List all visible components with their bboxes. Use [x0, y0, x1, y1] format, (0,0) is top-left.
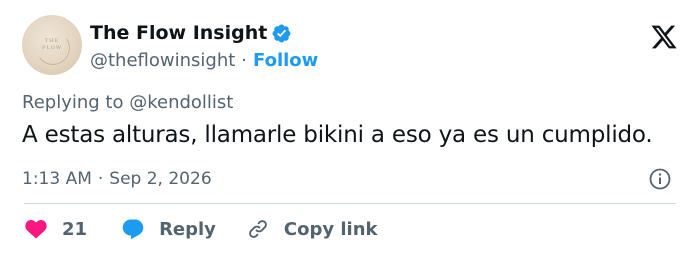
verified-badge-icon — [271, 23, 292, 44]
tweet-time[interactable]: 1:13 AM — [22, 169, 92, 189]
tweet-timestamp[interactable]: 1:13 AM · Sep 2, 2026 — [22, 166, 678, 192]
author-identity: The Flow Insight @theflowinsight · Follo… — [90, 15, 318, 73]
tweet-embed-card: THE FLOW The Flow Insight @theflowinsigh… — [0, 0, 700, 256]
reply-label: Reply — [159, 218, 216, 240]
avatar-logo-text: FLOW — [41, 45, 63, 51]
author-display-name[interactable]: The Flow Insight — [90, 22, 267, 44]
reply-button[interactable]: Reply — [121, 217, 216, 241]
handle-row: @theflowinsight · Follow — [90, 47, 318, 73]
link-icon — [246, 217, 270, 241]
like-count: 21 — [62, 218, 88, 240]
speech-bubble-icon — [121, 217, 145, 241]
follow-button[interactable]: Follow — [253, 50, 318, 71]
replying-to-line: Replying to @kendollist — [22, 92, 233, 113]
separator: · — [241, 49, 248, 71]
heart-icon — [24, 217, 48, 241]
copy-link-button[interactable]: Copy link — [246, 217, 378, 241]
tweet-date[interactable]: Sep 2, 2026 — [109, 169, 211, 189]
x-logo-icon[interactable] — [650, 23, 678, 51]
tweet-text: A estas alturas, llamarle bikini a eso y… — [22, 122, 653, 148]
info-icon[interactable] — [648, 167, 672, 191]
copy-link-label: Copy link — [283, 218, 378, 240]
action-bar: 21 Reply Copy link — [24, 214, 378, 244]
like-button[interactable]: 21 — [24, 217, 87, 241]
name-row: The Flow Insight — [90, 19, 318, 47]
divider — [24, 203, 676, 204]
author-handle[interactable]: @theflowinsight — [90, 50, 235, 71]
tweet-header: THE FLOW The Flow Insight @theflowinsigh… — [22, 15, 678, 79]
replying-prefix: Replying to — [22, 92, 124, 113]
replying-to-mention[interactable]: @kendollist — [129, 92, 233, 113]
separator: · — [97, 169, 104, 189]
avatar[interactable]: THE FLOW — [22, 15, 82, 75]
avatar-logo-text: THE — [44, 38, 60, 44]
